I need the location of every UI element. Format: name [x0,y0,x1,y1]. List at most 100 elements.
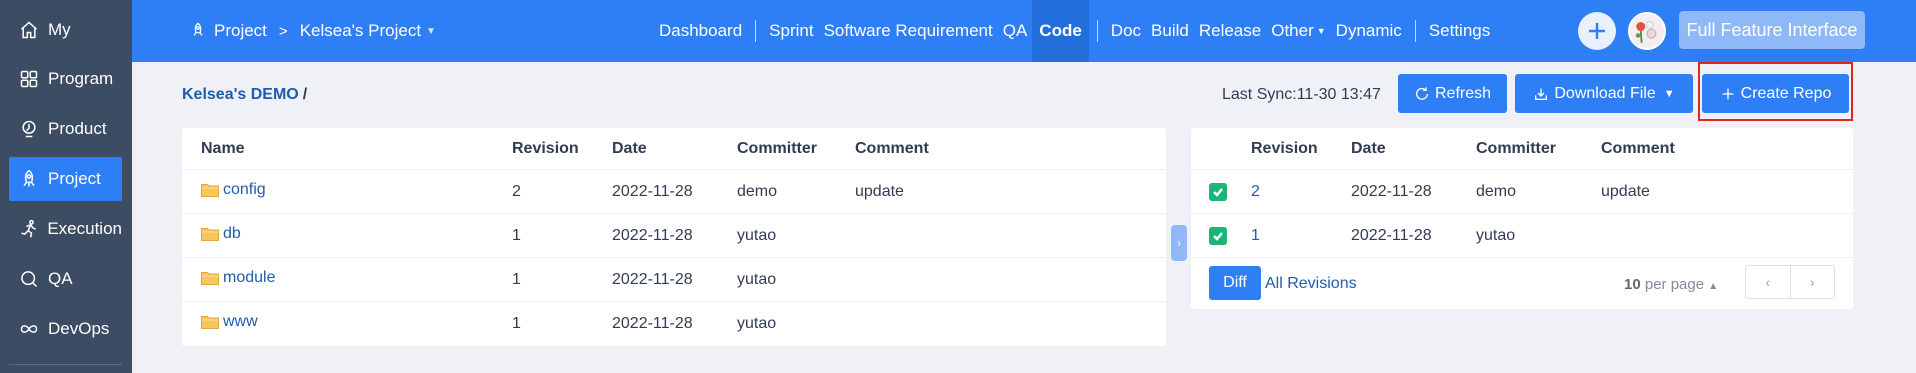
nav-doc[interactable]: Doc [1106,0,1146,62]
download-file-button[interactable]: Download File ▼ [1515,74,1693,113]
full-feature-interface-button[interactable]: Full Feature Interface [1679,11,1865,49]
last-sync-text: Last Sync:11-30 13:47 [1222,86,1381,103]
table-row[interactable]: db 1 2022-11-28 yutao [182,214,1166,258]
repo-name-link[interactable]: Kelsea's DEMO [182,86,299,103]
committer-cell: demo [737,183,778,200]
rocket-icon [18,168,40,190]
folder-icon [201,271,219,285]
column-header-committer[interactable]: Committer [737,140,817,158]
comment-cell: update [855,183,904,200]
column-header-comment[interactable]: Comment [1601,140,1675,158]
file-name-link[interactable]: config [201,181,266,199]
sidebar-item-label: Product [48,119,107,138]
sidebar-item-label: Program [48,69,114,88]
check-icon [1213,188,1223,197]
breadcrumb-root[interactable]: Project [214,21,267,41]
prev-page-button[interactable]: ‹ [1746,266,1790,298]
revision-checkbox[interactable] [1209,183,1227,201]
nav-divider [755,20,757,42]
revision-checkbox[interactable] [1209,227,1227,245]
run-icon [18,218,39,240]
chevron-down-icon: ▼ [1316,26,1326,36]
sidebar-item-label: My [48,20,71,39]
panel-collapse-toggle[interactable]: › [1171,225,1187,261]
all-revisions-link[interactable]: All Revisions [1265,275,1357,293]
date-cell: 2022-11-28 [1351,227,1432,244]
home-icon [18,19,40,41]
committer-cell: yutao [737,315,777,332]
folder-icon [201,227,219,241]
column-header-comment[interactable]: Comment [855,140,929,158]
refresh-label: Refresh [1434,84,1492,102]
table-row[interactable]: www 1 2022-11-28 yutao [182,302,1166,346]
revision-link[interactable]: 2 [1251,183,1260,201]
breadcrumb-current-project[interactable]: Kelsea's Project [300,21,421,41]
sidebar: My Program Product Project Execution QA … [0,0,132,373]
committer-cell: yutao [737,271,777,288]
sidebar-item-devops[interactable]: DevOps [9,307,122,351]
date-cell: 2022-11-28 [612,227,693,244]
committer-cell: demo [1476,183,1517,200]
sidebar-item-product[interactable]: Product [9,107,122,151]
path-separator: / [302,86,308,103]
table-row[interactable]: 1 2022-11-28 yutao [1191,214,1853,258]
per-page-selector[interactable]: 10 per page ▲ [1624,276,1718,293]
nav-other[interactable]: Other ▼ [1266,0,1330,62]
revision-cell: 1 [512,227,521,244]
nav-dashboard[interactable]: Dashboard [654,0,747,62]
diff-button[interactable]: Diff [1209,266,1261,300]
sidebar-item-qa[interactable]: QA [9,257,122,301]
sidebar-item-label: QA [48,269,73,288]
column-header-revision[interactable]: Revision [1251,140,1318,158]
column-header-committer[interactable]: Committer [1476,140,1556,158]
date-cell: 2022-11-28 [612,183,693,200]
main-nav: Dashboard Sprint Software Requirement QA… [654,0,1495,62]
table-row[interactable]: config 2 2022-11-28 demo update [182,170,1166,214]
flower-avatar-icon [1630,14,1664,48]
sidebar-item-project[interactable]: Project [9,157,122,201]
per-page-count: 10 [1624,276,1641,293]
table-row[interactable]: 2 2022-11-28 demo update [1191,170,1853,214]
breadcrumb: Project > Kelsea's Project ▼ [190,0,436,62]
nav-build[interactable]: Build [1146,0,1194,62]
next-page-button[interactable]: › [1789,266,1835,298]
column-header-date[interactable]: Date [1351,140,1386,158]
nav-settings[interactable]: Settings [1424,0,1495,62]
nav-release[interactable]: Release [1194,0,1266,62]
table-row[interactable]: module 1 2022-11-28 yutao [182,258,1166,302]
sidebar-item-execution[interactable]: Execution [9,207,122,251]
file-name-link[interactable]: module [201,269,275,287]
avatar[interactable] [1628,12,1666,50]
nav-software-requirement[interactable]: Software Requirement [819,0,998,62]
sidebar-item-label: DevOps [48,319,110,338]
chevron-left-icon: ‹ [1765,274,1771,290]
nav-sprint[interactable]: Sprint [764,0,818,62]
grid-icon [18,68,40,90]
date-cell: 2022-11-28 [1351,183,1432,200]
file-name-link[interactable]: db [201,225,241,243]
column-header-revision[interactable]: Revision [512,140,579,158]
chevron-up-icon: ▲ [1708,281,1719,292]
rocket-icon [190,22,208,40]
files-table: Name Revision Date Committer Comment con… [182,128,1166,346]
nav-dynamic[interactable]: Dynamic [1331,0,1407,62]
file-name: www [223,313,258,330]
column-header-date[interactable]: Date [612,140,647,158]
revisions-panel: Revision Date Committer Comment 2 2022-1… [1191,128,1853,309]
revision-link[interactable]: 1 [1251,227,1260,245]
committer-cell: yutao [1476,227,1516,244]
nav-qa[interactable]: QA [998,0,1033,62]
quick-create-button[interactable] [1578,12,1616,50]
sidebar-item-program[interactable]: Program [9,57,122,101]
sidebar-item-my[interactable]: My [9,8,122,52]
search-icon [18,268,40,290]
nav-divider [1414,20,1416,42]
check-icon [1213,232,1223,241]
chevron-right-icon: › [1177,236,1181,250]
file-name-link[interactable]: www [201,313,258,331]
chevron-down-icon[interactable]: ▼ [426,26,436,37]
nav-code[interactable]: Code [1032,0,1089,62]
table-header: Revision Date Committer Comment [1191,128,1853,170]
column-header-name[interactable]: Name [201,140,245,158]
refresh-button[interactable]: Refresh [1398,74,1507,113]
